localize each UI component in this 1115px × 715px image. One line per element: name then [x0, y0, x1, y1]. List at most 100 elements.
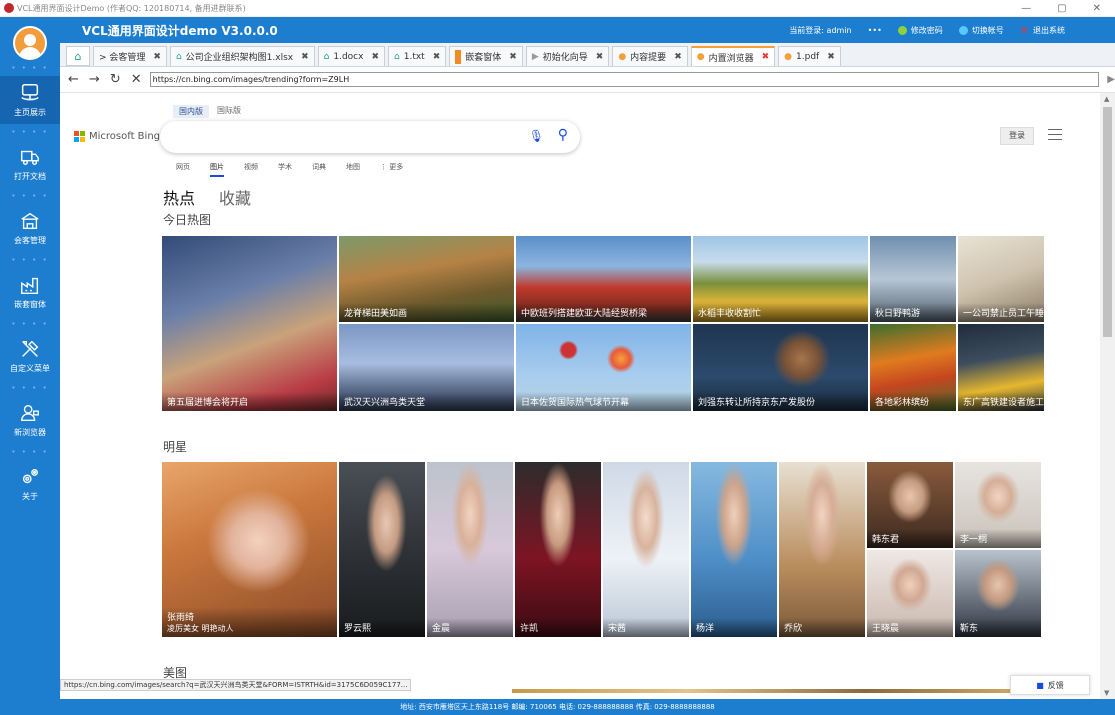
search-input[interactable]: 🎙 ⚲ [160, 121, 580, 153]
region-tab-cn[interactable]: 国内版 [173, 105, 209, 118]
close-tab-icon[interactable]: ✖ [153, 52, 161, 62]
close-tab-icon[interactable]: ✖ [762, 52, 770, 62]
bing-logo[interactable]: Microsoft Bing [74, 131, 160, 142]
vertical-more[interactable]: ⋮ 更多 [380, 162, 403, 177]
image-tile[interactable]: 一公司禁止员工午睡 [958, 236, 1044, 322]
sidebar-divider: • • • • [11, 384, 49, 392]
star-tile[interactable]: 金晨 [427, 462, 513, 637]
image-tile[interactable]: 日本佐贺国际热气球节开幕 [516, 324, 691, 411]
star-tile[interactable]: 张雨绮 凌厉美女 明艳动人 [162, 462, 337, 637]
stop-icon[interactable]: ✕ [131, 72, 142, 87]
url-input[interactable]: https://cn.bing.com/images/trending?form… [149, 72, 1100, 87]
bing-page: 国内版 国际版 Microsoft Bing 🎙 ⚲ 登录 网页 图片 视频 学… [60, 93, 1100, 699]
sidebar-item-custom-menu[interactable]: 自定义菜单 [0, 332, 60, 380]
image-tile[interactable]: 武汉天兴洲鸟类天堂 [339, 324, 514, 411]
tab-label: > 会客管理 [99, 53, 146, 63]
avatar[interactable] [13, 26, 47, 60]
tab-nested-form[interactable]: 嵌套窗体 ✖ [449, 46, 523, 66]
image-tile[interactable]: 秋日野鸭游 [870, 236, 956, 322]
star-caption: 李一桐 [955, 529, 1041, 548]
tab-docx[interactable]: ⌂ 1.docx ✖ [317, 46, 386, 66]
sidebar-item-about[interactable]: 关于 [0, 460, 60, 508]
tab-favorites[interactable]: 收藏 [219, 185, 251, 209]
tab-hot[interactable]: 热点 [163, 185, 195, 209]
home-tab-button[interactable]: ⌂ [66, 46, 90, 66]
image-tile[interactable]: 第五届进博会将开启 [162, 236, 337, 411]
image-tile[interactable]: 龙脊梯田美如画 [339, 236, 514, 322]
vertical-images[interactable]: 图片 [210, 162, 224, 177]
microphone-icon[interactable]: 🎙 [529, 129, 544, 143]
tab-label: 1.txt [403, 51, 425, 62]
close-tab-icon[interactable]: ✖ [371, 52, 379, 62]
vertical-web[interactable]: 网页 [176, 162, 190, 177]
close-tab-icon[interactable]: ✖ [596, 52, 604, 62]
search-icon[interactable]: ⚲ [558, 127, 568, 143]
close-tab-icon[interactable]: ✖ [827, 52, 835, 62]
tab-txt[interactable]: ⌂ 1.txt ✖ [388, 46, 447, 66]
exit-button[interactable]: ✕ 退出系统 [1020, 24, 1065, 37]
star-tile[interactable]: 李一桐 [955, 462, 1041, 548]
chat-icon: ■ [1036, 680, 1044, 690]
forward-arrow-icon[interactable]: → [89, 72, 100, 87]
star-tile[interactable]: 韩东君 [867, 462, 953, 548]
tab-xlsx[interactable]: ⌂ 公司企业组织架构图1.xlsx ✖ [169, 46, 315, 66]
change-password-label: 修改密码 [910, 25, 943, 35]
star-tile[interactable]: 罗云熙 [339, 462, 425, 637]
login-button[interactable]: 登录 [1000, 127, 1034, 145]
tab-browser[interactable]: ● 内置浏览器 ✖ [690, 46, 776, 66]
image-tile[interactable]: 东广高铁建设者施工忙 [958, 324, 1044, 411]
close-button[interactable]: ✕ [1093, 3, 1101, 14]
vertical-maps[interactable]: 地图 [346, 162, 360, 177]
close-tab-icon[interactable]: ✖ [433, 52, 441, 62]
back-arrow-icon[interactable]: ← [68, 72, 79, 87]
image-tile[interactable]: 中欧班列搭建欧亚大陆经贸桥梁 [516, 236, 691, 322]
star-tile[interactable]: 王晓晨 [867, 550, 953, 637]
scroll-up-icon[interactable]: ▲ [1104, 95, 1109, 103]
tab-visitor[interactable]: > 会客管理 ✖ [93, 46, 167, 66]
star-name: 张雨绮 [167, 613, 195, 623]
maximize-button[interactable]: ▢ [1057, 3, 1066, 14]
image-tile[interactable]: 水稻丰收收割忙 [693, 236, 868, 322]
scrollbar-thumb[interactable] [1103, 107, 1112, 337]
star-tile[interactable]: 乔欣 [779, 462, 865, 637]
go-icon[interactable]: ▶ [1107, 74, 1115, 85]
star-tile[interactable]: 许凯 [515, 462, 601, 637]
feedback-button[interactable]: ■ 反馈 [1010, 675, 1090, 695]
close-tab-icon[interactable]: ✖ [509, 52, 517, 62]
sidebar-item-nested-form[interactable]: 嵌套窗体 [0, 268, 60, 316]
image-tile[interactable]: 各地彩林缤纷 [870, 324, 956, 411]
hamburger-menu-icon[interactable] [1048, 129, 1062, 140]
change-password-button[interactable]: 修改密码 [897, 25, 943, 36]
tab-wizard[interactable]: ▶ 初始化向导 ✖ [525, 46, 610, 66]
tab-pdf[interactable]: ● 1.pdf ✖ [778, 46, 841, 66]
vertical-dictionary[interactable]: 词典 [312, 162, 326, 177]
switch-account-button[interactable]: 切换帐号 [958, 25, 1004, 36]
image-tile[interactable]: 刘强东转让所持京东产发股份 [693, 324, 868, 411]
star-caption: 许凯 [515, 618, 601, 637]
image-caption: 水稻丰收收割忙 [693, 303, 868, 322]
star-caption: 乔欣 [779, 618, 865, 637]
close-tab-icon[interactable]: ✖ [674, 52, 682, 62]
vertical-academic[interactable]: 学术 [278, 162, 292, 177]
tab-label: 初始化向导 [542, 53, 588, 63]
more-button[interactable]: ••• [868, 26, 882, 35]
vertical-video[interactable]: 视频 [244, 162, 258, 177]
truck-icon [21, 150, 39, 166]
reload-icon[interactable]: ↻ [110, 72, 121, 87]
sidebar-item-label: 关于 [22, 492, 38, 501]
star-tile[interactable]: 杨洋 [691, 462, 777, 637]
region-tab-intl[interactable]: 国际版 [217, 105, 241, 118]
minimize-button[interactable]: — [1021, 3, 1031, 14]
sidebar-item-visitor[interactable]: 会客管理 [0, 204, 60, 252]
sidebar-item-open-doc[interactable]: 打开文档 [0, 140, 60, 188]
window-title: VCL通用界面设计Demo (作者QQ: 120180714, 备用进群联系) [17, 3, 246, 13]
close-tab-icon[interactable]: ✖ [301, 52, 309, 62]
scroll-down-icon[interactable]: ▼ [1104, 689, 1109, 697]
star-tile[interactable]: 靳东 [955, 550, 1041, 637]
vertical-scrollbar[interactable]: ▲ ▼ [1100, 93, 1115, 699]
tab-summary[interactable]: ● 内容提要 ✖ [612, 46, 688, 66]
sidebar-item-home[interactable]: 主页展示 [0, 76, 60, 124]
star-caption: 张雨绮 凌厉美女 明艳动人 [162, 607, 337, 637]
sidebar-item-new-browser[interactable]: 新浏览器 [0, 396, 60, 444]
star-tile[interactable]: 宋茜 [603, 462, 689, 637]
